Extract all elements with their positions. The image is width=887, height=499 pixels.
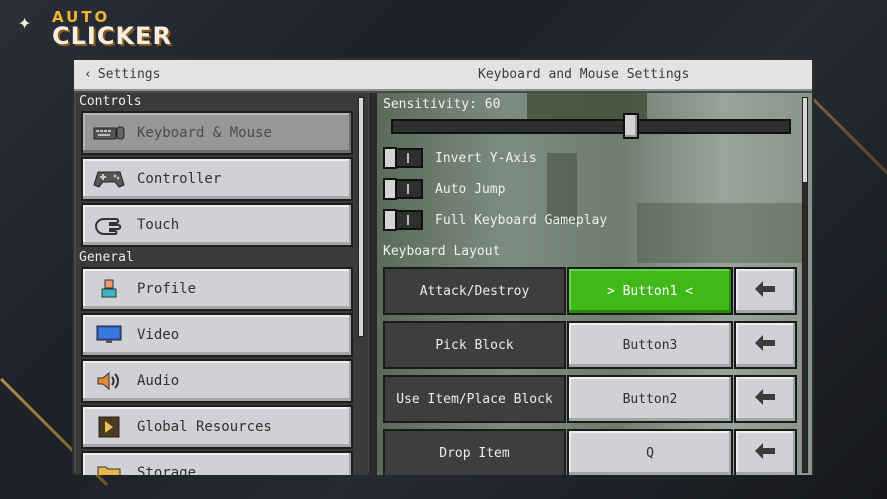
panel-divider [369, 93, 377, 477]
settings-window: ‹ Settings Keyboard and Mouse Settings C… [72, 58, 814, 477]
folder-icon [91, 459, 127, 475]
sidebar-item-label: Touch [137, 217, 180, 233]
full-keyboard-gameplay-toggle[interactable] [383, 209, 423, 231]
sensitivity-label: Sensitivity: 60 [383, 97, 501, 112]
undo-arrow-icon [753, 332, 779, 358]
sensitivity-slider[interactable] [391, 119, 791, 134]
settings-content: Sensitivity: 60 Invert Y-Axis Auto Jump … [377, 93, 812, 475]
binding-action: Use Item/Place Block [383, 375, 566, 423]
binding-key-button[interactable]: > Button1 < [567, 267, 733, 315]
sparkle-icon: ✦ [18, 10, 32, 35]
sidebar-item-label: Profile [137, 281, 197, 297]
sidebar-item-label: Keyboard & Mouse [137, 125, 272, 141]
undo-arrow-icon [753, 278, 779, 304]
toggle-label: Full Keyboard Gameplay [435, 212, 608, 228]
profile-icon [91, 275, 127, 303]
sidebar-item-label: Global Resources [137, 419, 272, 435]
auto-jump-row: Auto Jump [383, 178, 505, 200]
logo-line2: CLICKER [52, 22, 172, 50]
page-title: Keyboard and Mouse Settings [478, 67, 690, 82]
binding-row-pick-block: Pick Block Button3 [383, 321, 799, 371]
full-keyboard-gameplay-row: Full Keyboard Gameplay [383, 209, 607, 231]
touch-hand-icon [91, 211, 127, 239]
keyboard-layout-heading: Keyboard Layout [383, 244, 501, 259]
chevron-left-icon: ‹ [84, 67, 92, 82]
binding-action: Pick Block [383, 321, 566, 369]
settings-sidebar: Controls Keyboard & Mouse Controller Tou… [76, 93, 368, 475]
sidebar-item-label: Audio [137, 373, 180, 389]
binding-action: Drop Item [383, 429, 566, 475]
binding-key-button[interactable]: Button2 [567, 375, 733, 423]
keyboard-mouse-icon [91, 119, 127, 147]
reset-binding-button[interactable] [734, 429, 797, 475]
monitor-icon [91, 321, 127, 349]
reset-binding-button[interactable] [734, 375, 797, 423]
binding-key-button[interactable]: Q [567, 429, 733, 475]
binding-row-drop-item: Drop Item Q [383, 429, 799, 475]
invert-y-axis-toggle[interactable] [383, 147, 423, 169]
sidebar-item-storage[interactable]: Storage [81, 451, 353, 475]
section-controls: Controls [79, 94, 142, 109]
sidebar-item-audio[interactable]: Audio [81, 359, 353, 403]
toggle-label: Invert Y-Axis [435, 150, 537, 166]
undo-arrow-icon [753, 440, 779, 466]
binding-key-button[interactable]: Button3 [567, 321, 733, 369]
binding-row-attack: Attack/Destroy > Button1 < [383, 267, 799, 317]
binding-row-use-item: Use Item/Place Block Button2 [383, 375, 799, 425]
reset-binding-button[interactable] [734, 321, 797, 369]
gamepad-icon [91, 165, 127, 193]
back-button[interactable]: ‹ Settings [84, 67, 160, 82]
speaker-icon [91, 367, 127, 395]
sidebar-item-global-resources[interactable]: Global Resources [81, 405, 353, 449]
sidebar-item-touch[interactable]: Touch [81, 203, 353, 247]
sidebar-item-video[interactable]: Video [81, 313, 353, 357]
auto-jump-toggle[interactable] [383, 178, 423, 200]
content-scrollbar[interactable] [802, 97, 808, 183]
title-bar: ‹ Settings Keyboard and Mouse Settings [74, 60, 812, 91]
resource-pack-icon [91, 413, 127, 441]
toggle-label: Auto Jump [435, 181, 506, 197]
invert-y-axis-row: Invert Y-Axis [383, 147, 537, 169]
binding-action: Attack/Destroy [383, 267, 566, 315]
section-general: General [79, 250, 134, 265]
undo-arrow-icon [753, 386, 779, 412]
sidebar-item-label: Storage [137, 465, 197, 475]
background-foliage [637, 203, 807, 263]
reset-binding-button[interactable] [734, 267, 797, 315]
sidebar-item-profile[interactable]: Profile [81, 267, 353, 311]
sidebar-item-label: Controller [137, 171, 222, 187]
sidebar-item-keyboard-mouse[interactable]: Keyboard & Mouse [81, 111, 353, 155]
back-label: Settings [97, 67, 161, 82]
sidebar-item-controller[interactable]: Controller [81, 157, 353, 201]
sidebar-item-label: Video [137, 327, 180, 343]
auto-clicker-logo: ✦ AUTO CLICKER [18, 6, 188, 50]
sensitivity-slider-handle[interactable] [623, 113, 639, 139]
sidebar-scrollbar[interactable] [358, 97, 364, 337]
